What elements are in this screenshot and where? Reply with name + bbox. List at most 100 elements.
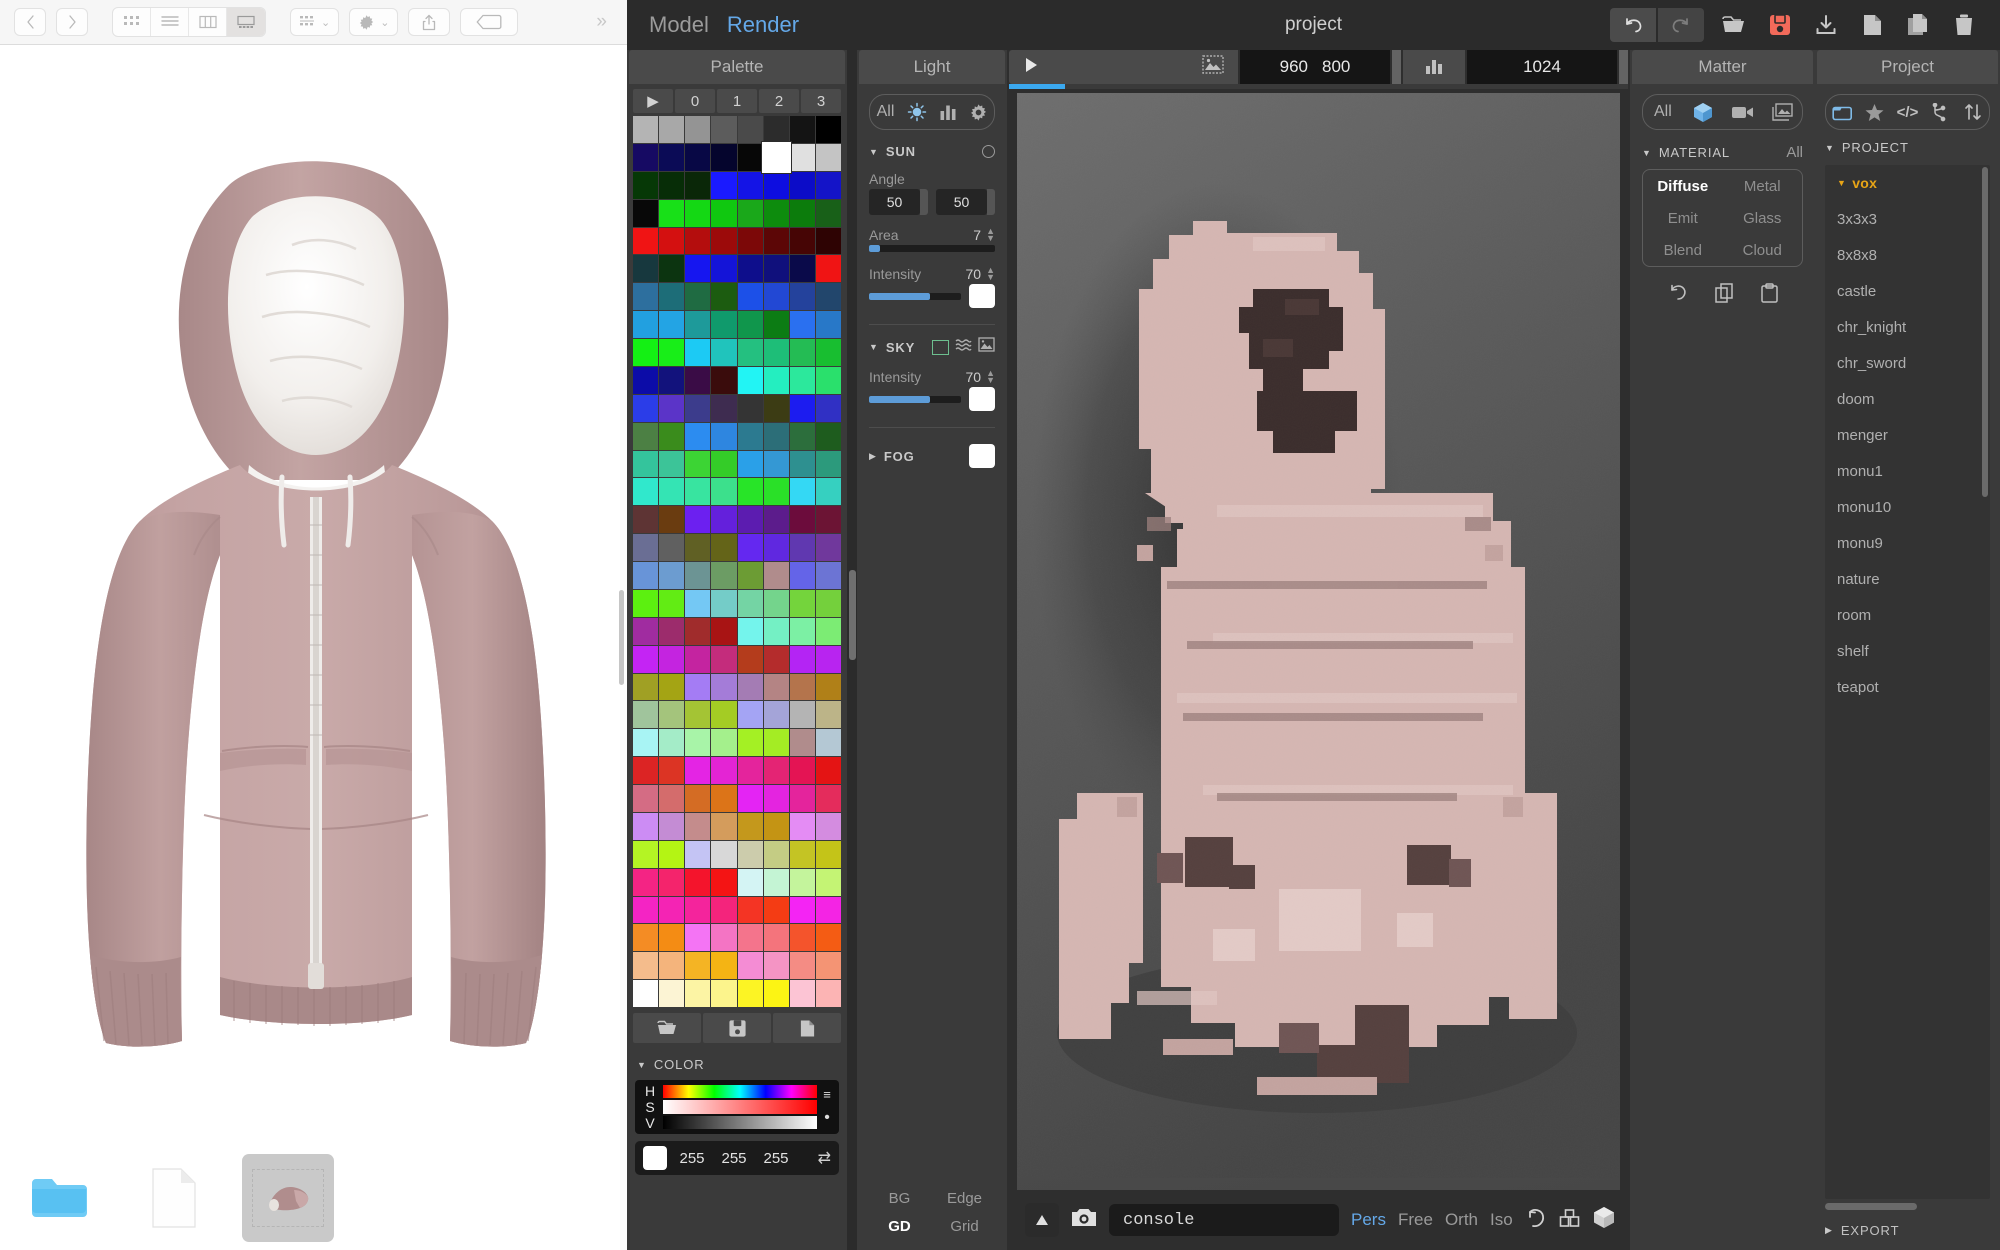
palette-swatch[interactable] <box>763 534 789 561</box>
palette-swatch[interactable] <box>633 562 659 589</box>
hoodie-thumbnail[interactable] <box>242 1153 334 1242</box>
sun-intensity-slider[interactable] <box>869 292 961 300</box>
palette-swatch[interactable] <box>737 785 763 812</box>
palette-swatch[interactable] <box>761 141 791 173</box>
palette-swatch[interactable] <box>685 199 711 227</box>
gradient-sky-icon[interactable] <box>955 338 972 357</box>
download-button[interactable] <box>1810 8 1842 42</box>
project-file-item[interactable]: nature <box>1825 561 1990 597</box>
palette-swatch[interactable] <box>815 952 841 980</box>
palette-swatch[interactable] <box>711 227 737 255</box>
palette-swatch[interactable] <box>659 952 685 980</box>
palette-swatch[interactable] <box>633 171 659 199</box>
palette-swatch[interactable] <box>685 116 711 143</box>
palette-swatch[interactable] <box>711 701 737 729</box>
frame-icon[interactable] <box>1559 1208 1581 1233</box>
palette-swatch[interactable] <box>763 896 789 924</box>
palette-swatch[interactable] <box>659 255 685 283</box>
palette-swatch[interactable] <box>685 562 711 589</box>
palette-swatch[interactable] <box>711 589 737 617</box>
project-section-header[interactable]: ▼ PROJECT <box>1815 130 2000 163</box>
axis-triangle-icon[interactable] <box>1025 1203 1059 1237</box>
graph-icon[interactable] <box>1924 95 1957 129</box>
project-folder-vox[interactable]: ▼ vox <box>1825 165 1990 201</box>
palette-swatch[interactable] <box>815 339 841 366</box>
palette-swatch[interactable] <box>685 589 711 617</box>
palette-swatch[interactable] <box>659 506 685 534</box>
orbit-icon[interactable] <box>1525 1207 1547 1234</box>
palette-swatch[interactable] <box>789 422 815 450</box>
palette-swatch[interactable] <box>659 924 685 952</box>
palette-swatch[interactable] <box>685 227 711 255</box>
render-canvas[interactable] <box>1017 93 1620 1190</box>
palette-swatch[interactable] <box>789 562 815 589</box>
rgb-readout[interactable]: 255 255 255 ⇄ <box>635 1141 839 1175</box>
palette-swatch[interactable] <box>789 199 815 227</box>
palette-swatch[interactable] <box>685 868 711 896</box>
palette-scroll-strip[interactable] <box>847 50 857 1250</box>
palette-swatch[interactable] <box>711 478 737 506</box>
palette-swatch[interactable] <box>633 339 659 366</box>
material-emit[interactable]: Emit <box>1643 202 1723 234</box>
toggle-grid[interactable]: Grid <box>932 1212 997 1240</box>
palette-swatch[interactable] <box>815 812 841 840</box>
palette-swatch[interactable] <box>815 422 841 450</box>
fog-section-header[interactable]: ▶ FOG <box>857 438 1007 474</box>
value-slider[interactable] <box>663 1115 817 1129</box>
palette-swatch[interactable] <box>685 311 711 338</box>
palette-swatch[interactable] <box>815 896 841 924</box>
palette-swatch[interactable] <box>789 757 815 784</box>
palette-swatch[interactable] <box>685 701 711 729</box>
palette-swatch[interactable] <box>711 339 737 366</box>
sky-section-header[interactable]: ▼ SKY <box>857 335 1007 363</box>
overflow-button[interactable]: » <box>596 11 613 33</box>
current-color-swatch[interactable] <box>643 1146 667 1170</box>
new-file-button[interactable] <box>1856 8 1888 42</box>
palette-swatch[interactable] <box>659 116 685 143</box>
material-glass[interactable]: Glass <box>1723 202 1803 234</box>
palette-swatch[interactable] <box>789 116 815 143</box>
palette-swatch[interactable] <box>711 868 737 896</box>
palette-swatch[interactable] <box>737 701 763 729</box>
project-file-item[interactable]: teapot <box>1825 669 1990 705</box>
redo-button[interactable] <box>1658 8 1704 42</box>
camera-mode-iso[interactable]: Iso <box>1490 1210 1513 1230</box>
finder-scrollbar[interactable] <box>619 590 624 685</box>
palette-swatch[interactable] <box>763 617 789 645</box>
camera-icon[interactable] <box>1723 95 1763 129</box>
palette-swatch[interactable] <box>633 673 659 701</box>
palette-swatch[interactable] <box>685 478 711 506</box>
toggle-gd[interactable]: GD <box>867 1212 932 1240</box>
palette-swatch[interactable] <box>789 924 815 952</box>
palette-swatch[interactable] <box>815 673 841 701</box>
palette-swatch[interactable] <box>815 199 841 227</box>
samples-drag-handle[interactable] <box>1619 50 1628 84</box>
palette-swatch[interactable] <box>789 227 815 255</box>
palette-swatch[interactable] <box>685 339 711 366</box>
palette-swatch[interactable] <box>633 868 659 896</box>
palette-swatch[interactable] <box>763 394 789 422</box>
palette-swatch[interactable] <box>815 757 841 784</box>
palette-swatch[interactable] <box>763 171 789 199</box>
palette-swatch[interactable] <box>711 283 737 311</box>
palette-swatch[interactable] <box>789 785 815 812</box>
save-file-button[interactable] <box>1764 8 1796 42</box>
saturation-slider[interactable] <box>663 1100 817 1114</box>
palette-swatch[interactable] <box>737 311 763 338</box>
paste-icon[interactable] <box>1760 283 1778 308</box>
palette-swatch[interactable] <box>789 868 815 896</box>
palette-swatch[interactable] <box>737 143 763 171</box>
sort-icon[interactable] <box>1956 95 1989 129</box>
palette-swatch[interactable] <box>815 450 841 478</box>
palette-swatch[interactable] <box>789 450 815 478</box>
image-icon[interactable] <box>1762 95 1802 129</box>
palette-swatch[interactable] <box>737 227 763 255</box>
reset-icon[interactable] <box>1668 283 1688 308</box>
palette-swatch[interactable] <box>685 812 711 840</box>
material-scope-label[interactable]: All <box>1786 144 1803 161</box>
palette-swatch[interactable] <box>815 840 841 868</box>
rgb-b-value[interactable]: 255 <box>759 1150 793 1167</box>
light-all-button[interactable]: All <box>870 95 901 129</box>
palette-swatch[interactable] <box>763 422 789 450</box>
palette-swatch[interactable] <box>659 785 685 812</box>
